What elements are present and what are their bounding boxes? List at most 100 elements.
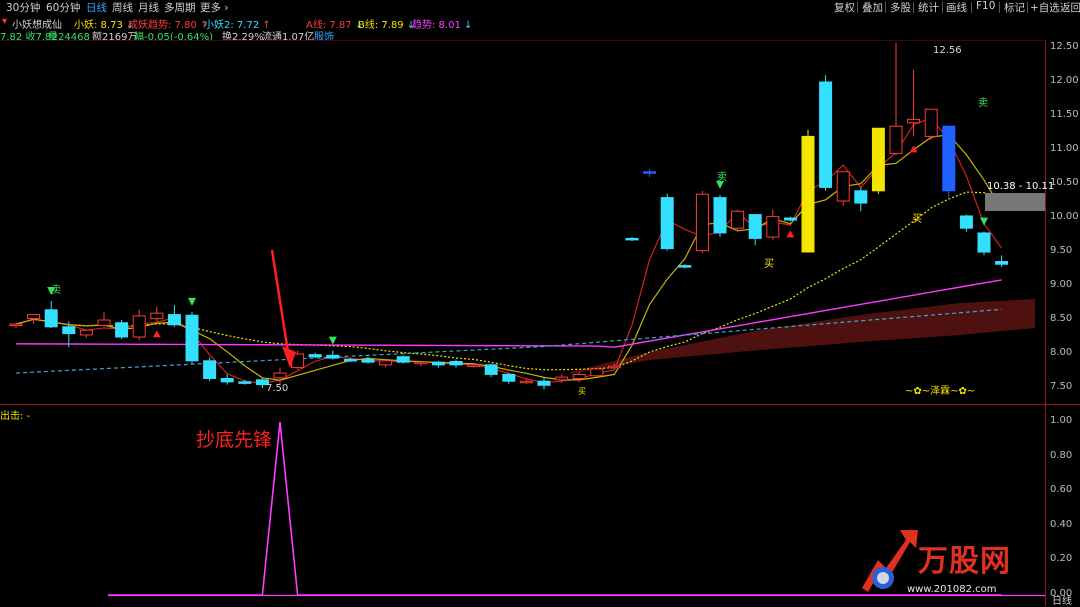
candle-body: [97, 319, 111, 326]
indicator-tick: 0.60: [1050, 484, 1073, 496]
price-tick: 12.00: [1050, 75, 1079, 86]
buy-arrow-icon: [786, 230, 795, 238]
candle-body: [431, 361, 445, 366]
candle-body: [396, 356, 410, 363]
candle-body: [308, 354, 322, 358]
range-box-label: 10.38 - 10.11: [987, 181, 1055, 192]
trend-channel: [570, 299, 1035, 374]
logo-coin-inner: [877, 572, 889, 584]
candle-body: [889, 125, 903, 154]
candle-body: [62, 326, 76, 335]
kline-chart[interactable]: [0, 0, 1080, 606]
candle-body: [748, 214, 762, 239]
a-line: [15, 117, 1003, 384]
sell-signal-label: 卖: [717, 172, 727, 183]
candle-body: [942, 125, 956, 192]
candle-body: [9, 323, 23, 327]
candle-body: [871, 127, 885, 192]
candle-body: [572, 373, 586, 379]
candle-body: [449, 360, 463, 366]
candle-body: [643, 171, 657, 174]
logo: [862, 530, 918, 592]
candle-body: [977, 232, 991, 253]
candle-body: [836, 171, 850, 202]
price-tick: 9.00: [1050, 279, 1073, 290]
indicator-tick: 0.40: [1050, 518, 1073, 530]
candle-body: [326, 354, 340, 359]
candle-body: [115, 322, 129, 338]
price-tick: 12.50: [1050, 41, 1079, 52]
candle-body: [590, 368, 604, 377]
candle-body: [132, 315, 146, 338]
candle-body: [414, 361, 428, 365]
sell-arrow-icon: [188, 297, 196, 306]
candle-body: [995, 261, 1009, 265]
candle-body: [467, 364, 481, 367]
candle-body: [519, 380, 533, 384]
candle-body: [79, 329, 93, 336]
buy-arrow-icon: [909, 145, 918, 153]
annotation-bottom-pioneer: 抄底先锋: [196, 429, 273, 451]
high-label: 12.56: [933, 45, 962, 56]
price-tick: 8.00: [1050, 347, 1073, 358]
indicator-lines: [15, 117, 1003, 384]
logo-url: www.201082.com: [907, 584, 997, 595]
sell-arrow-icon: [328, 336, 337, 345]
candle-body: [185, 314, 199, 362]
candle-body: [678, 265, 692, 268]
sell-signal-label: 卖: [51, 285, 61, 296]
candle-body: [343, 358, 357, 362]
candle-body: [819, 81, 833, 188]
buy-signal-label: 买: [912, 214, 922, 225]
logo-text: 万股网: [918, 544, 1011, 579]
candle-body: [361, 358, 375, 363]
candle-body: [502, 373, 516, 382]
buy-signal-label: 买: [578, 387, 586, 396]
candle-body: [220, 377, 234, 383]
candle-body: [766, 216, 780, 238]
sell-arrow-icon: [980, 217, 988, 226]
indicator-tick: 0.80: [1050, 449, 1073, 461]
indicator-tick: 1.00: [1050, 415, 1073, 426]
price-tick: 11.00: [1050, 143, 1079, 154]
range-box: [985, 193, 1045, 211]
price-tick: 11.50: [1050, 109, 1079, 120]
candle-body: [537, 380, 551, 386]
b-line: [15, 134, 1003, 381]
low-label: 7.50: [266, 383, 289, 394]
candle-body: [484, 364, 498, 375]
candle-body: [713, 197, 727, 234]
candle-body: [695, 193, 709, 252]
candle-body: [924, 108, 938, 137]
ma-dotted-line: [15, 191, 1002, 371]
candle-body: [27, 314, 41, 320]
price-tick: 7.50: [1050, 381, 1073, 392]
candle-body: [854, 190, 868, 204]
indicator-tick: 0.20: [1050, 553, 1073, 565]
price-tick: 10.00: [1050, 211, 1079, 222]
candle-body: [44, 309, 58, 328]
candle-body: [379, 360, 393, 366]
candle-body: [783, 217, 797, 221]
candle-body: [607, 365, 621, 369]
candle-body: [203, 360, 217, 379]
candle-body: [555, 376, 569, 381]
candle-body: [273, 372, 287, 379]
price-axis: 12.50 12.00 11.50 11.00 10.50 10.00 9.50 9.00 8.…: [1046, 0, 1080, 404]
buy-signal-label: 买: [764, 259, 774, 270]
candle-body: [660, 197, 674, 250]
candle-body: [801, 135, 815, 253]
candle-body: [238, 381, 252, 384]
candle-body: [959, 215, 973, 229]
buy-arrow-icon: [152, 330, 161, 338]
candle-body: [150, 312, 164, 320]
price-tick: 8.50: [1050, 313, 1073, 324]
pointer-arrow: [270, 249, 290, 353]
period-label: 日线: [1052, 596, 1072, 607]
lower-pane-title: 出击: -: [0, 411, 31, 422]
indicator-axis: 1.00 0.80 0.60 0.40 0.20 0.00: [1046, 404, 1080, 606]
price-tick: 10.50: [1050, 177, 1079, 188]
candle-body: [907, 118, 921, 124]
candle-body: [731, 210, 745, 229]
price-tick: 9.50: [1050, 245, 1073, 256]
